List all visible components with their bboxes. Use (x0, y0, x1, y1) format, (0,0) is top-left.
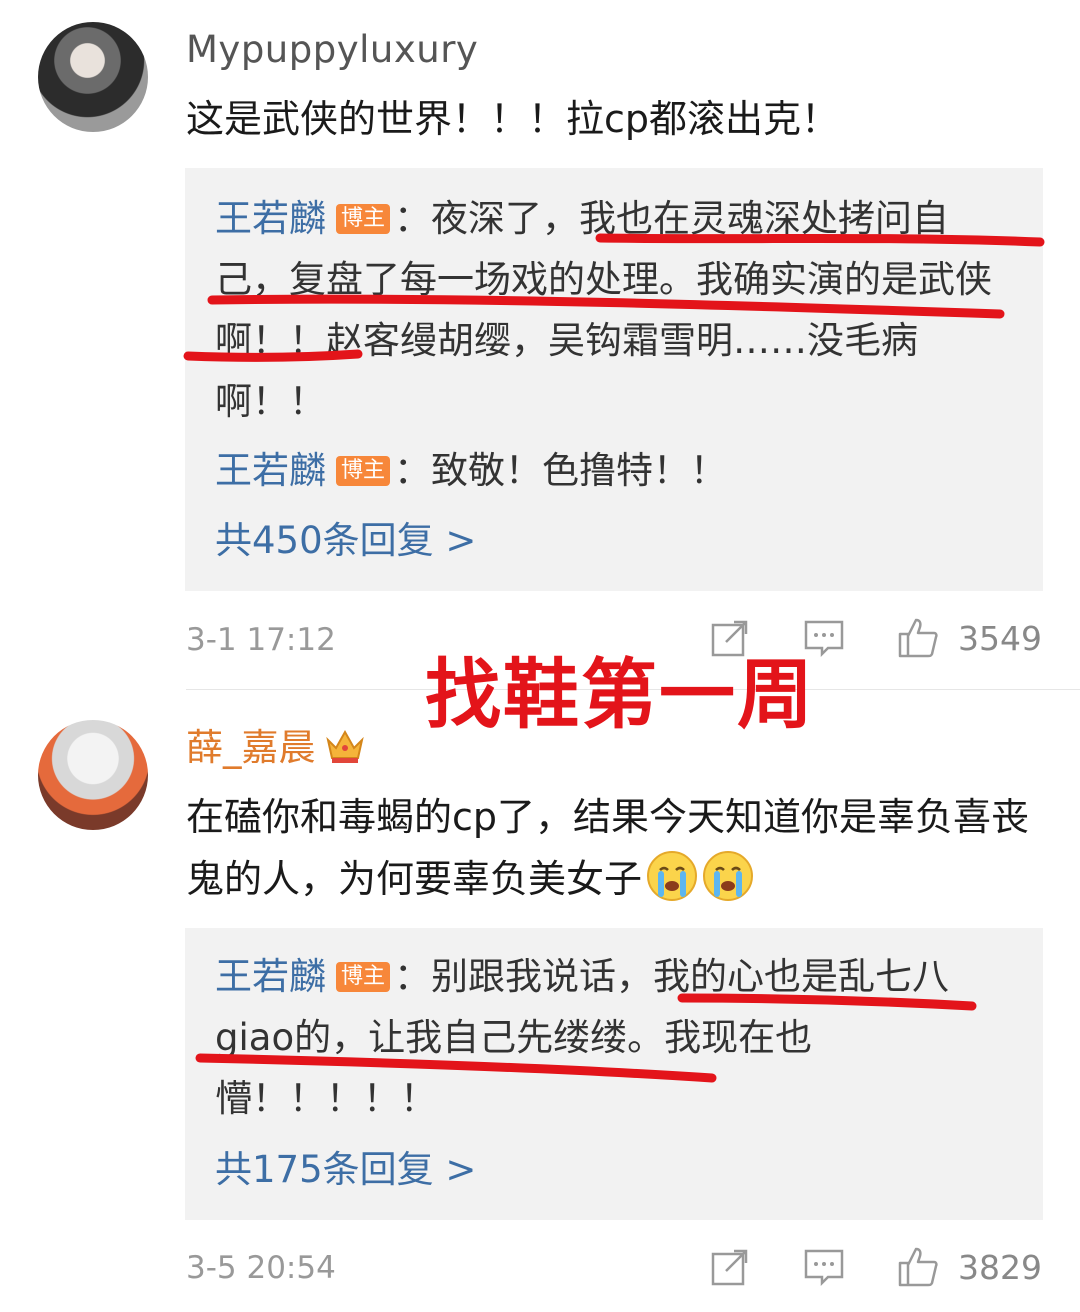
blogger-badge: 博主 (336, 456, 391, 486)
reply-author[interactable]: 王若麟 (215, 449, 326, 492)
like-count: 3829 (958, 1247, 1042, 1287)
comment-text: 在磕你和毒蝎的cp了，结果今天知道你是辜负喜丧鬼的人，为何要辜负美女子 (186, 786, 1046, 910)
reply-text: ：夜深了，我也在灵魂深处拷问自己，复盘了每一场戏的处理。我确实演的是武侠啊！！赵… (215, 197, 992, 423)
user-avatar[interactable] (38, 720, 148, 830)
comment-icon[interactable] (802, 1245, 846, 1289)
username[interactable]: Mypuppyluxury (186, 26, 478, 74)
reply-author[interactable]: 王若麟 (215, 197, 326, 240)
comment-timestamp: 3-1 17:12 (186, 622, 336, 658)
crown-icon (325, 729, 364, 763)
blogger-badge: 博主 (336, 204, 391, 234)
like-count: 3549 (958, 618, 1042, 658)
reply-box[interactable]: 王若麟 博主 ：夜深了，我也在灵魂深处拷问自己，复盘了每一场戏的处理。我确实演的是武… (185, 168, 1043, 591)
blogger-badge: 博主 (336, 962, 391, 992)
thumbs-up-icon[interactable] (896, 1245, 940, 1289)
more-replies-link[interactable]: 共175条回复 > (215, 1145, 476, 1195)
reply-author[interactable]: 王若麟 (215, 955, 326, 998)
comment-actions: 3829 (658, 1245, 1042, 1289)
annotation-caption: 找鞋第一周 (425, 650, 815, 739)
reply-text: ：致敬！色撸特！！ (394, 449, 728, 492)
username[interactable]: 薛_嘉晨 (186, 724, 366, 772)
share-icon[interactable] (708, 1245, 752, 1289)
crying-emoji-icon (703, 851, 754, 901)
crying-emoji-icon (647, 851, 698, 901)
reply-item[interactable]: 王若麟 博主 ：夜深了，我也在灵魂深处拷问自己，复盘了每一场戏的处理。我确实演的是武… (215, 188, 1015, 432)
comment-text-content: 在磕你和毒蝎的cp了，结果今天知道你是辜负喜丧鬼的人，为何要辜负美女子 (186, 795, 1030, 901)
username-text[interactable]: 薛_嘉晨 (186, 726, 316, 769)
comment-text: 这是武侠的世界！！！拉cp都滚出克！ (186, 97, 840, 141)
thumbs-up-icon[interactable] (896, 616, 940, 660)
more-replies-link[interactable]: 共450条回复 > (215, 516, 476, 566)
user-avatar[interactable] (38, 22, 148, 132)
reply-item[interactable]: 王若麟 博主 ：致敬！色撸特！！ (215, 440, 1015, 501)
reply-box[interactable]: 王若麟 博主 ：别跟我说话，我的心也是乱七八giao的，让我自己先缕缕。我现在也懵！… (185, 928, 1043, 1220)
comment-timestamp: 3-5 20:54 (186, 1250, 336, 1286)
reply-item[interactable]: 王若麟 博主 ：别跟我说话，我的心也是乱七八giao的，让我自己先缕缕。我现在也懵！… (215, 946, 1015, 1129)
